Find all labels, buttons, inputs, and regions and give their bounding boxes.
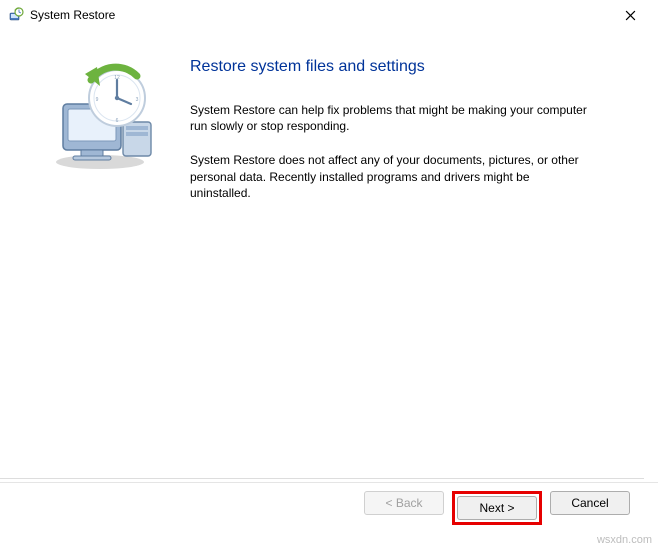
svg-text:3: 3 [136, 97, 139, 103]
cancel-button[interactable]: Cancel [550, 491, 630, 515]
system-restore-graphic-icon: 12 3 6 9 [45, 62, 165, 172]
close-button[interactable] [610, 1, 650, 29]
window-title: System Restore [30, 8, 115, 22]
description-paragraph-1: System Restore can help fix problems tha… [190, 102, 590, 134]
svg-text:9: 9 [96, 97, 99, 103]
titlebar-left: System Restore [8, 7, 115, 23]
system-restore-icon [8, 7, 24, 23]
content-area: 12 3 6 9 Restore system files and settings… [0, 30, 658, 490]
text-pane: Restore system files and settings System… [190, 50, 634, 490]
svg-text:6: 6 [116, 118, 119, 124]
back-button: < Back [364, 491, 444, 515]
titlebar: System Restore [0, 0, 658, 30]
watermark: wsxdn.com [597, 534, 652, 546]
svg-text:12: 12 [114, 75, 120, 81]
graphic-pane: 12 3 6 9 [20, 50, 190, 490]
description-paragraph-2: System Restore does not affect any of yo… [190, 152, 590, 201]
next-button-highlight: Next > [452, 491, 542, 525]
wizard-footer: < Back Next > Cancel [0, 478, 644, 525]
page-heading: Restore system files and settings [190, 58, 614, 76]
next-button[interactable]: Next > [457, 496, 537, 520]
